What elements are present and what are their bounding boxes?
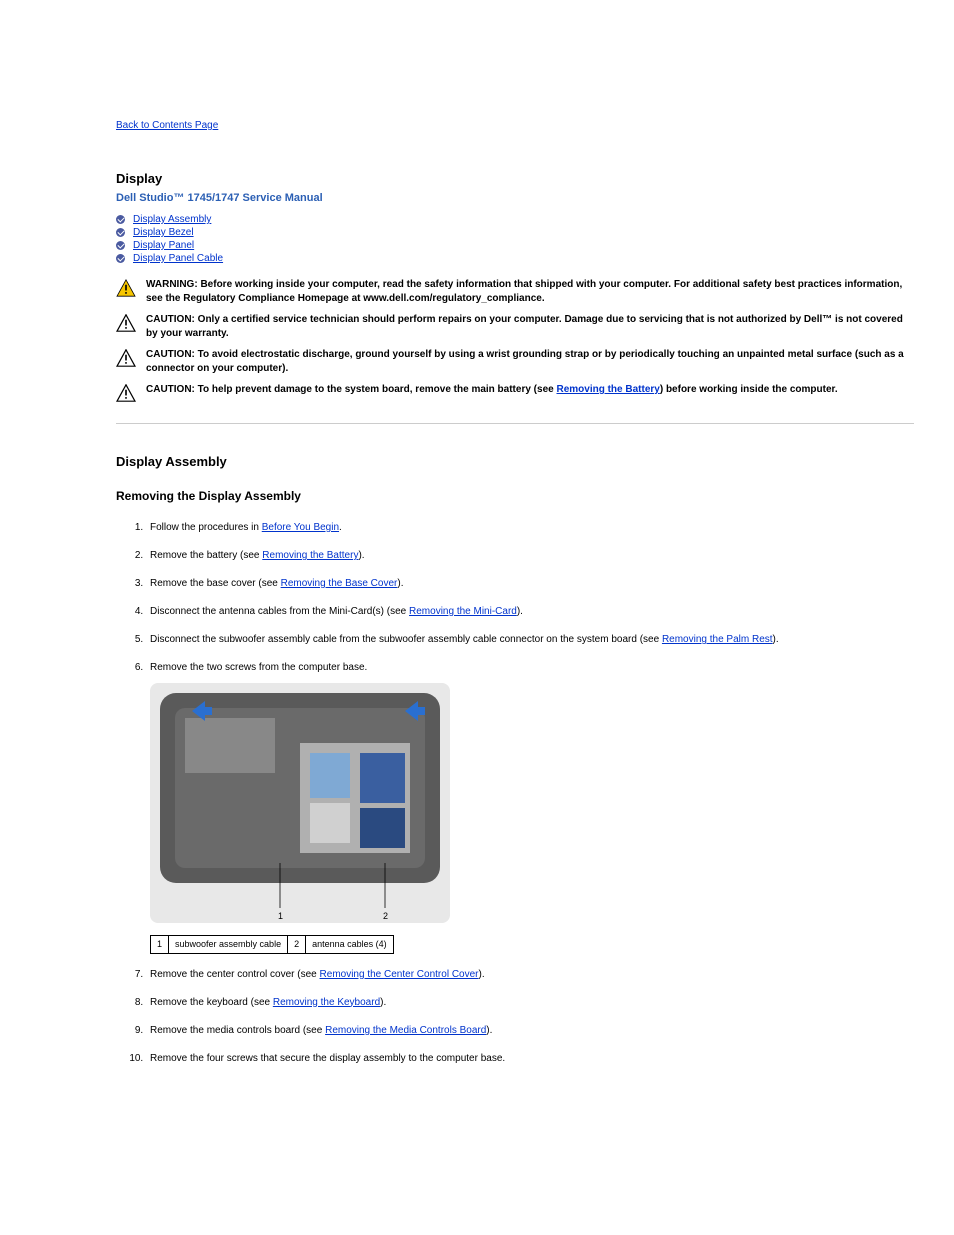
- toc-item: Display Panel Cable: [116, 253, 914, 264]
- step-item: Remove the keyboard (see Removing the Ke…: [146, 996, 914, 1010]
- svg-text:2: 2: [383, 911, 388, 921]
- step-item: Remove the two screws from the computer …: [146, 661, 914, 954]
- step-item: Disconnect the antenna cables from the M…: [146, 605, 914, 619]
- caution-lead: CAUTION:: [146, 314, 195, 325]
- label-text: subwoofer assembly cable: [169, 936, 288, 954]
- caution-body: Only a certified service technician shou…: [146, 314, 903, 339]
- heading-display-assembly: Display Assembly: [116, 454, 914, 469]
- step-link[interactable]: Before You Begin: [262, 522, 339, 533]
- steps-list: Follow the procedures in Before You Begi…: [146, 521, 914, 1066]
- step-link[interactable]: Removing the Media Controls Board: [325, 1025, 486, 1036]
- caution-notice: CAUTION: To help prevent damage to the s…: [116, 383, 914, 405]
- toc-link-display-panel-cable[interactable]: Display Panel Cable: [133, 253, 223, 264]
- step-link[interactable]: Removing the Keyboard: [273, 997, 380, 1008]
- check-icon: [116, 241, 125, 250]
- divider: [116, 423, 914, 424]
- step-item: Remove the center control cover (see Rem…: [146, 968, 914, 982]
- step-item: Disconnect the subwoofer assembly cable …: [146, 633, 914, 647]
- check-icon: [116, 254, 125, 263]
- toc-link-display-bezel[interactable]: Display Bezel: [133, 227, 194, 238]
- toc-link-display-panel[interactable]: Display Panel: [133, 240, 194, 251]
- caution-body-post: ) before working inside the computer.: [660, 384, 838, 395]
- caution-body: To avoid electrostatic discharge, ground…: [146, 349, 904, 374]
- step-link[interactable]: Removing the Battery: [262, 550, 358, 561]
- check-icon: [116, 215, 125, 224]
- caution-icon: [116, 384, 138, 405]
- back-link[interactable]: Back to Contents Page: [116, 120, 218, 131]
- caution-lead: CAUTION:: [146, 349, 195, 360]
- figure-label-table: 1 subwoofer assembly cable 2 antenna cab…: [150, 935, 394, 954]
- caution-icon: [116, 349, 138, 370]
- svg-text:1: 1: [278, 911, 283, 921]
- figure-computer-base: 1 2: [150, 683, 450, 923]
- label-num: 2: [288, 936, 306, 954]
- step-item: Remove the four screws that secure the d…: [146, 1052, 914, 1066]
- caution-body-pre: To help prevent damage to the system boa…: [198, 384, 557, 395]
- heading-removing-display-assembly: Removing the Display Assembly: [116, 489, 914, 503]
- warning-body: Before working inside your computer, rea…: [146, 279, 902, 304]
- warning-text: WARNING: Before working inside your comp…: [146, 278, 914, 305]
- section-title: Display: [116, 171, 162, 186]
- warning-lead: WARNING:: [146, 279, 198, 290]
- step-link[interactable]: Removing the Base Cover: [281, 578, 398, 589]
- step-link[interactable]: Removing the Mini-Card: [409, 606, 517, 617]
- caution-notice: CAUTION: Only a certified service techni…: [116, 313, 914, 340]
- step-link[interactable]: Removing the Center Control Cover: [320, 969, 479, 980]
- warning-icon: [116, 279, 138, 300]
- warning-notice: WARNING: Before working inside your comp…: [116, 278, 914, 305]
- toc-item: Display Panel: [116, 240, 914, 251]
- step-link[interactable]: Removing the Palm Rest: [662, 634, 773, 645]
- toc-list: Display Assembly Display Bezel Display P…: [116, 214, 914, 264]
- caution-icon: [116, 314, 138, 335]
- caution-link-battery[interactable]: Removing the Battery: [556, 384, 659, 395]
- manual-title: Dell Studio™ 1745/1747 Service Manual: [116, 192, 914, 204]
- label-text: antenna cables (4): [306, 936, 394, 954]
- back-to-contents[interactable]: Back to Contents Page: [116, 120, 924, 131]
- caution-text: CAUTION: To help prevent damage to the s…: [146, 383, 838, 397]
- caution-lead: CAUTION:: [146, 384, 195, 395]
- step-item: Remove the base cover (see Removing the …: [146, 577, 914, 591]
- step-item: Follow the procedures in Before You Begi…: [146, 521, 914, 535]
- label-num: 1: [151, 936, 169, 954]
- toc-item: Display Bezel: [116, 227, 914, 238]
- caution-notice: CAUTION: To avoid electrostatic discharg…: [116, 348, 914, 375]
- step-item: Remove the media controls board (see Rem…: [146, 1024, 914, 1038]
- caution-text: CAUTION: To avoid electrostatic discharg…: [146, 348, 914, 375]
- check-icon: [116, 228, 125, 237]
- toc-link-display-assembly[interactable]: Display Assembly: [133, 214, 211, 225]
- toc-item: Display Assembly: [116, 214, 914, 225]
- caution-text: CAUTION: Only a certified service techni…: [146, 313, 914, 340]
- step-item: Remove the battery (see Removing the Bat…: [146, 549, 914, 563]
